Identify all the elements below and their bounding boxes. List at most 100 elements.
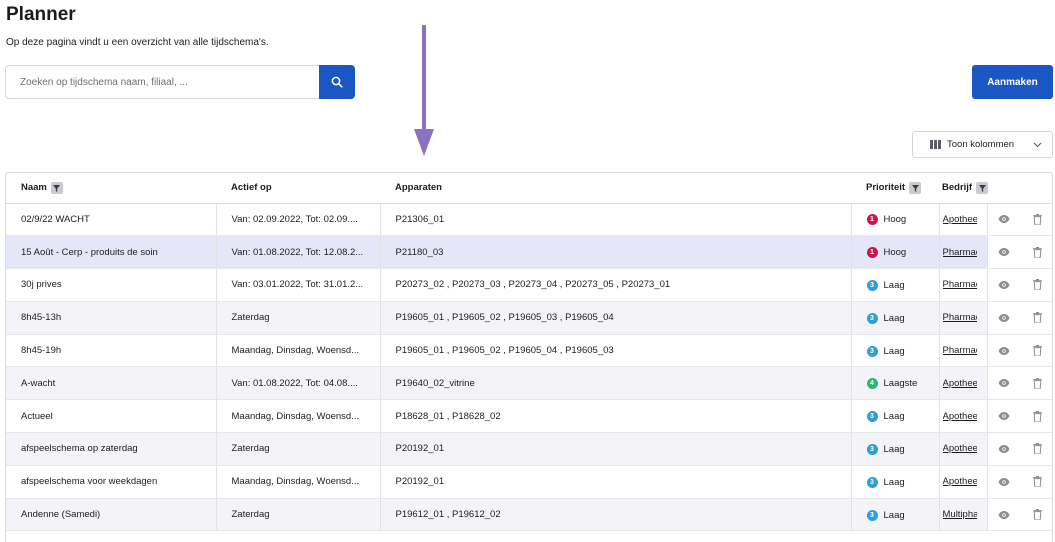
table-row[interactable]: 8h45-19h Maandag, Dinsdag, Woensd... P19… (6, 334, 1052, 368)
company-link[interactable]: Pharmacie (943, 312, 977, 323)
cell-company: Apotheek (939, 432, 987, 466)
trash-icon[interactable] (1030, 344, 1044, 358)
cell-priority: 3 Laag (851, 465, 940, 499)
cell-priority: 3 Laag (851, 268, 940, 302)
company-link[interactable]: Apotheek (943, 378, 977, 389)
cell-active: Maandag, Dinsdag, Woensd... (216, 334, 381, 368)
table-row[interactable]: 02/9/22 WACHT Van: 02.09.2022, Tot: 02.0… (6, 203, 1052, 237)
priority-label: Laag (883, 345, 905, 357)
trash-icon[interactable] (1030, 409, 1044, 423)
table-row[interactable]: afspeelschema op zaterdag Zaterdag P2019… (6, 432, 1052, 466)
eye-icon[interactable] (997, 344, 1011, 358)
trash-icon[interactable] (1030, 475, 1044, 489)
priority-label: Laag (883, 509, 905, 521)
cell-active: Van: 01.08.2022, Tot: 12.08.2... (216, 235, 381, 270)
show-columns-button[interactable]: Toon kolommen (912, 131, 1053, 158)
trash-icon[interactable] (1030, 245, 1044, 259)
row-actions (986, 334, 1052, 368)
company-link[interactable]: Multipharma (943, 509, 977, 520)
company-link[interactable]: Apotheek (943, 476, 977, 487)
cell-company: Pharmacie (939, 235, 987, 270)
table-row[interactable]: 30j prives Van: 03.01.2022, Tot: 31.01.2… (6, 268, 1052, 302)
cell-active: Maandag, Dinsdag, Woensd... (216, 465, 381, 499)
trash-icon[interactable] (1030, 311, 1044, 325)
eye-icon[interactable] (997, 212, 1011, 226)
company-link[interactable]: Apotheek (943, 443, 977, 454)
cell-devices: P19605_01 , P19605_02 , P19605_04 , P196… (380, 334, 852, 368)
priority-label: Hoog (883, 247, 907, 259)
cell-priority: 1 Hoog (851, 203, 940, 237)
cell-devices: P19640_02_vitrine (380, 366, 852, 401)
column-header-company[interactable]: Bedrijf (939, 173, 989, 204)
priority-badge: 3 (866, 312, 878, 324)
company-link[interactable]: Pharmacie (943, 247, 977, 258)
cell-active: Zaterdag (216, 432, 381, 466)
column-header-priority[interactable]: Prioriteit (851, 173, 939, 204)
cell-name: 02/9/22 WACHT (6, 203, 217, 237)
cell-active: Zaterdag (216, 498, 381, 532)
priority-badge: 3 (866, 279, 878, 291)
cell-active: Maandag, Dinsdag, Woensd... (216, 399, 381, 434)
priority-label: Laag (883, 476, 905, 488)
company-link[interactable]: Pharmacie (943, 345, 977, 356)
search-bar (5, 65, 355, 99)
eye-icon[interactable] (997, 508, 1011, 522)
cell-name: Actueel (6, 399, 217, 434)
cell-priority: 3 Laag (851, 334, 940, 368)
filter-icon[interactable] (976, 182, 989, 194)
table-row[interactable]: 15 Août - Cerp - produits de soin Van: 0… (6, 235, 1052, 270)
cell-devices: P20192_01 (380, 465, 852, 499)
eye-icon[interactable] (997, 376, 1011, 390)
table-row[interactable]: Actueel Maandag, Dinsdag, Woensd... P186… (6, 399, 1052, 434)
table-row[interactable]: afspeelschema voor weekdagen Maandag, Di… (6, 465, 1052, 499)
eye-icon[interactable] (997, 409, 1011, 423)
priority-label: Laagste (883, 378, 918, 390)
cell-company: Pharmacie (939, 268, 987, 302)
cell-company: Apotheek (939, 399, 987, 434)
trash-icon[interactable] (1030, 442, 1044, 456)
columns-icon (930, 140, 941, 149)
cell-priority: 3 Laag (851, 432, 940, 466)
priority-badge: 3 (866, 345, 878, 357)
table-row[interactable]: 8h45-13h Zaterdag P19605_01 , P19605_02 … (6, 301, 1052, 335)
row-actions (986, 301, 1052, 335)
cell-company: Apotheek (939, 203, 987, 237)
trash-icon[interactable] (1030, 212, 1044, 226)
trash-icon[interactable] (1030, 376, 1044, 390)
company-link[interactable]: Pharmacie (943, 279, 977, 290)
cell-priority: 4 Laagste (851, 366, 940, 401)
trash-icon[interactable] (1030, 278, 1044, 292)
eye-icon[interactable] (997, 311, 1011, 325)
priority-label: Laag (883, 411, 905, 423)
cell-priority: 1 Hoog (851, 235, 940, 270)
show-columns-label: Toon kolommen (947, 139, 1015, 150)
cell-name: 15 Août - Cerp - produits de soin (6, 235, 217, 270)
table-row[interactable]: Andenne (Samedi) Zaterdag P19612_01 , P1… (6, 498, 1052, 532)
eye-icon[interactable] (997, 245, 1011, 259)
column-header-name[interactable]: Naam (6, 173, 216, 204)
search-button[interactable] (319, 65, 355, 99)
eye-icon[interactable] (997, 475, 1011, 489)
search-input[interactable] (5, 65, 319, 99)
table-row[interactable]: A-wacht Van: 01.08.2022, Tot: 04.08.... … (6, 366, 1052, 401)
page-title: Planner (6, 4, 76, 25)
row-actions (986, 203, 1052, 237)
eye-icon[interactable] (997, 442, 1011, 456)
trash-icon[interactable] (1030, 508, 1044, 522)
cell-active: Van: 02.09.2022, Tot: 02.09.... (216, 203, 381, 237)
company-link[interactable]: Apotheek (943, 214, 977, 225)
cell-active: Van: 03.01.2022, Tot: 31.01.2... (216, 268, 381, 302)
cell-name: afspeelschema op zaterdag (6, 432, 217, 466)
cell-devices: P21306_01 (380, 203, 852, 237)
priority-badge: 4 (866, 378, 878, 390)
cell-devices: P21180_03 (380, 235, 852, 270)
cell-name: 30j prives (6, 268, 217, 302)
page-subtitle: Op deze pagina vindt u een overzicht van… (6, 37, 269, 48)
cell-name: A-wacht (6, 366, 217, 401)
filter-icon[interactable] (50, 182, 63, 194)
create-button[interactable]: Aanmaken (972, 65, 1053, 99)
cell-devices: P20192_01 (380, 432, 852, 466)
company-link[interactable]: Apotheek (943, 411, 977, 422)
eye-icon[interactable] (997, 278, 1011, 292)
filter-icon[interactable] (909, 182, 922, 194)
